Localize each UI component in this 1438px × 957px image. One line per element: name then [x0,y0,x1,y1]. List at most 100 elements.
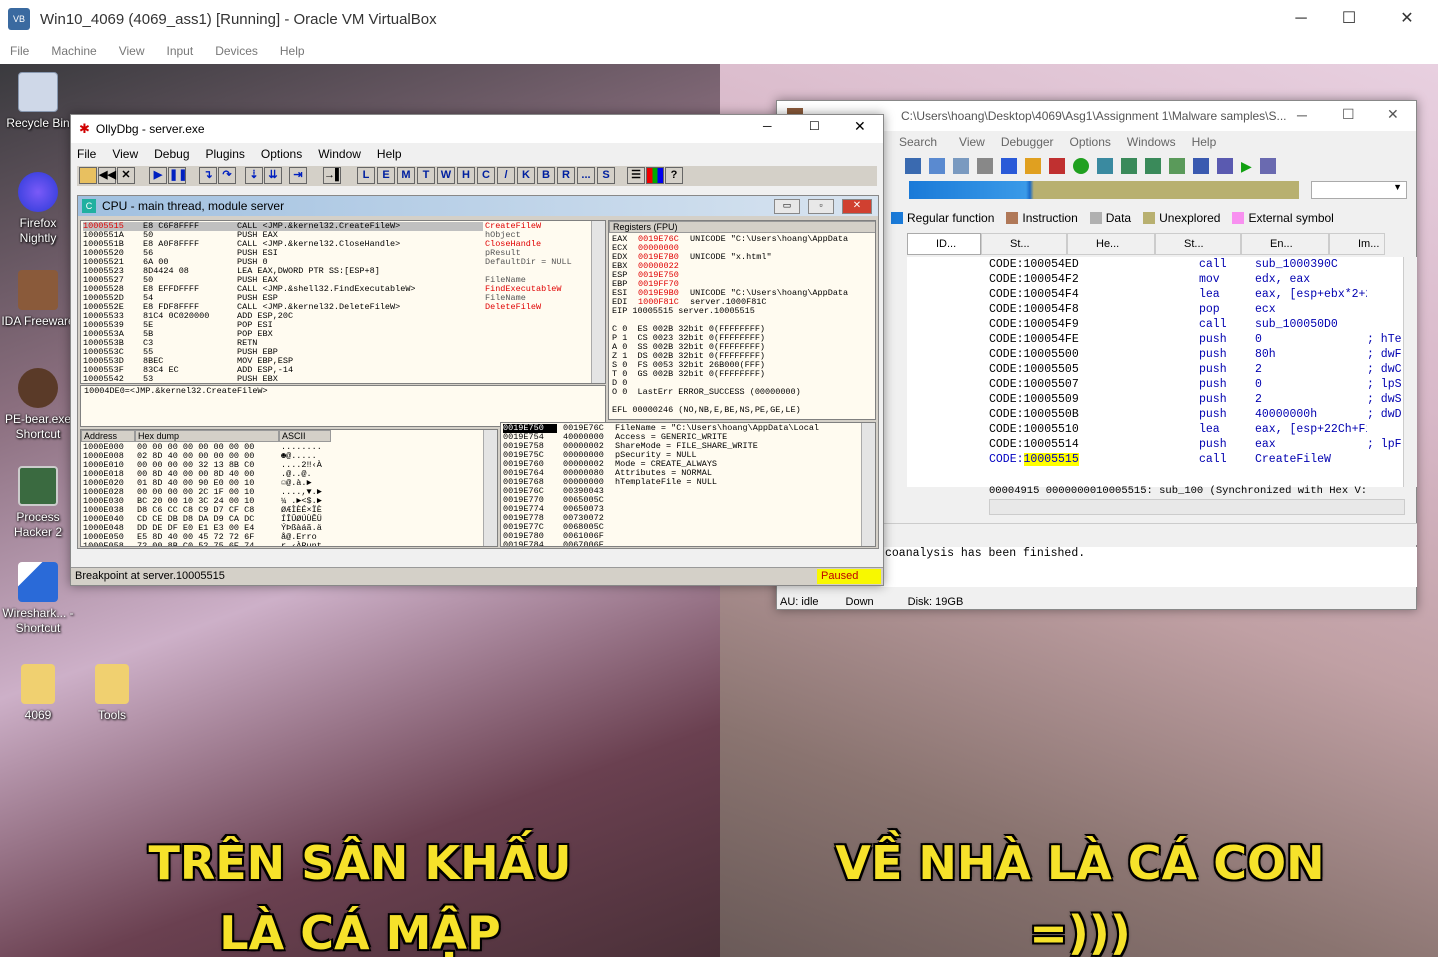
desktop-icon-firefox[interactable]: Firefox Nightly [1,172,75,246]
toolbar-icon[interactable] [953,158,969,174]
olly-menu-window[interactable]: Window [318,147,361,161]
close-icon[interactable]: ✕ [854,118,866,135]
trace-into-icon[interactable]: ⇣ [245,167,263,184]
ida-code-row[interactable]: CODE:10005500 push 80h ; dwF [989,347,1417,362]
close-debug-icon[interactable]: ✕ [117,167,135,184]
dump-row[interactable]: 1000E058 72 00 8B C0 52 75 6E 74 r.‹ÀRunt [83,542,322,547]
toolbar-icon[interactable] [1025,158,1041,174]
maximize-icon[interactable]: ☐ [809,119,820,133]
help-icon[interactable]: ? [665,167,683,184]
stack-pane[interactable]: 0019E750 0019E76C FileName = "C:\Users\hoa… [500,422,876,547]
goto-icon[interactable]: →▌ [323,167,343,184]
vbox-menu-input[interactable]: Input [167,44,194,58]
registers-pane[interactable]: Registers (FPU) EAX 0019E76C UNICODE "C:\U… [608,220,876,420]
toolbar-icon[interactable] [1073,158,1089,174]
window-button-3[interactable]: T [417,167,435,184]
desktop-icon-recycle-bin[interactable]: Recycle Bin [1,72,75,131]
ida-code-row[interactable]: CODE:10005515CODE:10005515call CreateFile… [989,452,1417,467]
stack-row[interactable]: 0019E77C 0068005C [503,523,819,532]
tab-structures[interactable]: St... [1155,233,1241,255]
olly-menu-options[interactable]: Options [261,147,302,161]
ida-code-row[interactable]: CODE:100054F8 pop ecx [989,302,1417,317]
dump-scrollbar[interactable] [483,430,497,546]
registers-header[interactable]: Registers (FPU) [609,221,875,233]
ida-code-row[interactable]: CODE:100054F2 mov edx, eax [989,272,1417,287]
ida-menu-debugger[interactable]: Debugger [1001,135,1054,149]
window-button-0[interactable]: L [357,167,375,184]
olly-menu-view[interactable]: View [112,147,138,161]
window-button-12[interactable]: S [597,167,615,184]
ida-code-row[interactable]: CODE:100054F9 call sub_100050D0 [989,317,1417,332]
tab-enums[interactable]: En... [1241,233,1329,255]
window-button-1[interactable]: E [377,167,395,184]
desktop-icon-ida[interactable]: IDA Freeware [1,270,75,329]
olly-menu-debug[interactable]: Debug [154,147,189,161]
desktop-icon-process-hacker[interactable]: Process Hacker 2 [1,466,75,540]
window-button-8[interactable]: K [517,167,535,184]
stack-row[interactable]: 0019E784 0067006E [503,541,819,547]
ida-menu-search[interactable]: Search [899,135,937,149]
disasm-row[interactable]: 10005542 53 PUSH EBX [83,375,483,384]
colors-icon[interactable] [646,167,664,184]
window-button-4[interactable]: W [437,167,455,184]
step-over-icon[interactable]: ↷ [218,167,236,184]
stack-row[interactable]: 0019E780 0061006F [503,532,819,541]
ida-menu-help[interactable]: Help [1192,135,1217,149]
ida-segment-dropdown[interactable]: ▼ [1311,181,1407,199]
ida-code-row[interactable]: CODE:1000550B push 40000000h ; dwD [989,407,1417,422]
ida-menu-view[interactable]: View [959,135,985,149]
stack-row[interactable]: 0019E778 00730072 [503,514,819,523]
tab-ida-view[interactable]: ID... [907,233,981,255]
list-icon[interactable]: ☰ [627,167,645,184]
memory-dump-pane[interactable]: Address Hex dump ASCII 1000E000 00 00 00 … [80,429,498,547]
minimize-icon[interactable]: ─ [1278,0,1324,38]
dump-header-address[interactable]: Address [81,430,135,442]
ida-menu-options[interactable]: Options [1070,135,1111,149]
toolbar-icon[interactable] [1049,158,1065,174]
minimize-icon[interactable]: ─ [763,119,772,133]
tab-hex[interactable]: He... [1067,233,1155,255]
olly-menu-file[interactable]: File [77,147,96,161]
minimize-icon[interactable]: ─ [1297,107,1307,123]
ida-code-row[interactable]: CODE:10005510 lea eax, [esp+22Ch+FileNa [989,422,1417,437]
window-button-9[interactable]: B [537,167,555,184]
play-icon[interactable]: ▶ [1241,158,1252,175]
toolbar-icon[interactable] [1121,158,1137,174]
window-button-11[interactable]: ... [577,167,595,184]
window-button-6[interactable]: C [477,167,495,184]
ida-code-row[interactable]: CODE:10005509 push 2 ; dwS [989,392,1417,407]
disassembly-pane[interactable]: 10005515 E8 C6F8FFFF CALL <JMP.&kernel32.C… [80,220,606,384]
toolbar-icon[interactable] [905,158,921,174]
window-button-7[interactable]: / [497,167,515,184]
toolbar-icon[interactable] [1217,158,1233,174]
ida-code-row[interactable]: CODE:10005507 push 0 ; lpS [989,377,1417,392]
disasm-scrollbar[interactable] [591,221,605,383]
vbox-menu-help[interactable]: Help [280,44,305,58]
desktop-icon-wireshark[interactable]: Wireshark... - Shortcut [1,562,75,636]
toolbar-icon[interactable] [929,158,945,174]
restart-icon[interactable]: ◀◀ [98,167,116,184]
vbox-menu-devices[interactable]: Devices [215,44,258,58]
pause-icon[interactable]: ❚❚ [168,167,187,184]
trace-over-icon[interactable]: ⇊ [264,167,282,184]
desktop-folder-4069[interactable]: 4069 [1,664,75,723]
window-button-2[interactable]: M [397,167,415,184]
open-icon[interactable] [79,167,97,184]
close-icon[interactable]: ✕ [1387,106,1399,123]
toolbar-icon[interactable] [1169,158,1185,174]
toolbar-icon[interactable] [1193,158,1209,174]
dump-header-ascii[interactable]: ASCII [279,430,331,442]
ida-code-row[interactable]: CODE:10005514 push eax ; lpF [989,437,1417,452]
close-icon[interactable]: ✕ [1384,0,1430,38]
stack-scrollbar[interactable] [861,423,875,546]
toolbar-icon[interactable] [1259,158,1276,174]
desktop-icon-pe-bear[interactable]: PE-bear.exe Shortcut [1,368,75,442]
step-into-icon[interactable]: ↴ [199,167,217,184]
window-button-5[interactable]: H [457,167,475,184]
stack-row[interactable]: 0019E768 00000000 hTemplateFile = NULL [503,478,819,487]
ida-code-row[interactable]: CODE:10005505 push 2 ; dwC [989,362,1417,377]
vbox-menu-machine[interactable]: Machine [51,44,96,58]
stack-row[interactable]: 0019E76C 00390043 [503,487,819,496]
execute-till-return-icon[interactable]: ⇥ [289,167,307,184]
ida-code-row[interactable]: CODE:100054FE push 0 ; hTe [989,332,1417,347]
